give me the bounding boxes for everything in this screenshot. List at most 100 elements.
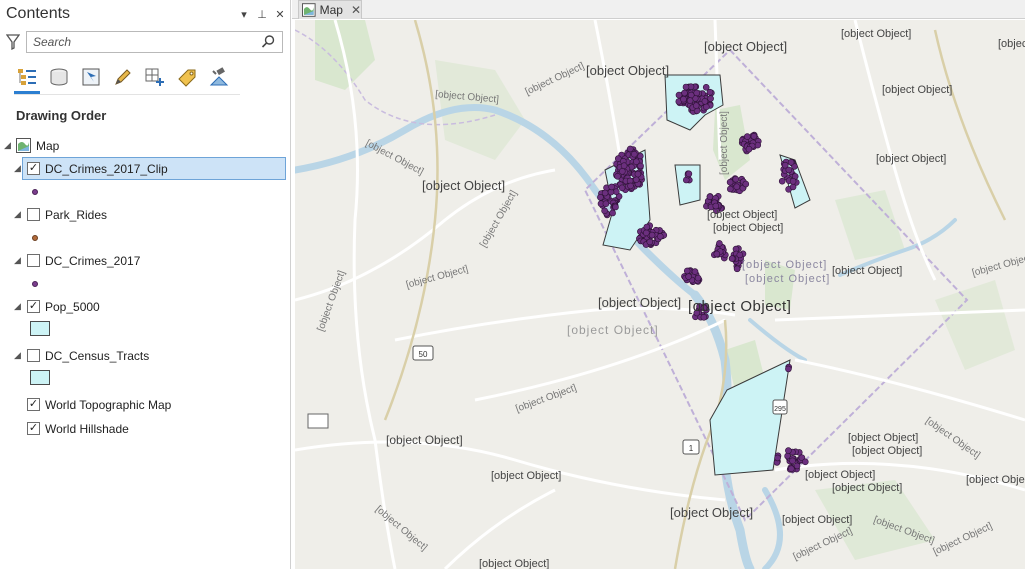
list-by-data-source-icon[interactable] — [48, 65, 70, 89]
crime-point[interactable] — [733, 265, 741, 273]
crime-point[interactable] — [789, 183, 797, 191]
pin-icon[interactable]: ⊥ — [254, 8, 270, 21]
layer-row-park-rides[interactable]: ◢ Park_Rides — [0, 203, 290, 226]
polygon-symbol-icon[interactable] — [30, 370, 50, 385]
layer-row-dc-census-tracts[interactable]: ◢ DC_Census_Tracts — [0, 344, 290, 367]
point-symbol-icon[interactable] — [32, 281, 38, 287]
crime-point[interactable] — [732, 175, 740, 183]
crime-point[interactable] — [656, 233, 664, 240]
crime-point[interactable] — [733, 183, 741, 190]
layer-row-pop-5000[interactable]: ◢ ✓ Pop_5000 — [0, 295, 290, 318]
point-symbol-icon[interactable] — [32, 235, 38, 241]
crime-point[interactable] — [686, 97, 694, 104]
crime-point[interactable] — [742, 180, 750, 188]
crime-point[interactable] — [601, 207, 608, 215]
list-by-perspective-imagery-icon[interactable] — [208, 65, 230, 89]
crime-point[interactable] — [785, 447, 792, 454]
crime-point[interactable] — [774, 454, 781, 462]
crime-point[interactable] — [612, 203, 619, 211]
list-by-labeling-icon[interactable] — [176, 65, 198, 89]
crime-point[interactable] — [687, 91, 695, 99]
crime-point[interactable] — [743, 133, 751, 140]
crime-point[interactable] — [691, 268, 699, 275]
crime-point[interactable] — [618, 168, 626, 175]
point-symbol-icon[interactable] — [32, 189, 38, 195]
crime-point[interactable] — [694, 274, 702, 282]
crime-point[interactable] — [642, 229, 650, 237]
layer-visibility-checkbox[interactable] — [27, 349, 40, 362]
crime-point[interactable] — [726, 185, 734, 193]
collapse-arrow-icon[interactable]: ◢ — [14, 209, 21, 220]
map-root-row[interactable]: ◢ Map — [0, 134, 290, 157]
crime-point[interactable] — [789, 457, 796, 465]
search-input[interactable] — [33, 35, 260, 49]
crime-point[interactable] — [627, 182, 634, 190]
crime-point[interactable] — [707, 95, 714, 102]
layer-visibility-checkbox[interactable]: ✓ — [27, 422, 40, 435]
crime-point[interactable] — [683, 267, 691, 275]
close-pane-icon[interactable]: ✕ — [272, 8, 288, 21]
close-tab-icon[interactable]: ✕ — [351, 3, 361, 17]
crime-point[interactable] — [706, 193, 714, 200]
list-by-drawing-order-icon[interactable] — [14, 65, 40, 94]
map-view[interactable]: 50 1 295 [object Object] [object Object]… — [295, 20, 1025, 569]
layer-visibility-checkbox[interactable]: ✓ — [27, 300, 40, 313]
layer-row-world-hillshade[interactable]: ✓ World Hillshade — [0, 417, 290, 441]
crime-point[interactable] — [728, 255, 736, 262]
list-by-snapping-icon[interactable] — [144, 65, 166, 89]
crime-point[interactable] — [643, 223, 651, 231]
layer-row-dc-crimes-2017-clip[interactable]: ◢ ✓ DC_Crimes_2017_Clip — [0, 157, 290, 180]
collapse-arrow-icon[interactable]: ◢ — [14, 350, 21, 361]
crime-point[interactable] — [789, 178, 797, 185]
crime-point[interactable] — [785, 166, 793, 174]
crime-point[interactable] — [745, 145, 753, 153]
crime-point[interactable] — [750, 133, 758, 140]
layer-visibility-checkbox[interactable]: ✓ — [27, 398, 40, 411]
crime-point[interactable] — [680, 95, 687, 103]
crime-point[interactable] — [793, 462, 801, 470]
crime-point[interactable] — [787, 465, 795, 473]
crime-point[interactable] — [601, 189, 609, 197]
tab-map[interactable]: Map ✕ — [298, 0, 362, 19]
crime-point[interactable] — [692, 102, 700, 109]
crime-point[interactable] — [685, 170, 693, 178]
map-canvas[interactable]: 50 1 295 [object Object] [object Object]… — [295, 20, 1025, 569]
crime-point[interactable] — [706, 88, 714, 96]
list-by-selection-icon[interactable] — [80, 65, 102, 89]
crime-point[interactable] — [646, 238, 654, 246]
crime-point[interactable] — [693, 89, 701, 97]
pane-options-icon[interactable]: ▾ — [236, 8, 252, 21]
crime-point[interactable] — [618, 184, 626, 192]
crime-point[interactable] — [685, 273, 692, 280]
layer-row-world-topographic-map[interactable]: ✓ World Topographic Map — [0, 393, 290, 417]
filter-icon[interactable] — [4, 33, 22, 51]
crime-point[interactable] — [716, 240, 723, 247]
layer-visibility-checkbox[interactable] — [27, 208, 40, 221]
crime-point[interactable] — [630, 150, 638, 158]
crime-point[interactable] — [608, 183, 615, 191]
crime-point[interactable] — [614, 173, 621, 180]
crime-point[interactable] — [682, 83, 690, 91]
collapse-arrow-icon[interactable]: ◢ — [14, 163, 21, 174]
crime-point[interactable] — [626, 145, 634, 153]
crime-point[interactable] — [785, 365, 792, 373]
crime-point[interactable] — [597, 194, 604, 201]
crime-point[interactable] — [801, 458, 809, 466]
crime-point[interactable] — [634, 170, 642, 178]
crime-point[interactable] — [620, 162, 628, 169]
crime-point[interactable] — [648, 231, 656, 239]
crime-point[interactable] — [702, 103, 710, 111]
layer-visibility-checkbox[interactable]: ✓ — [27, 162, 40, 175]
crime-point[interactable] — [700, 313, 708, 321]
crime-point[interactable] — [736, 251, 744, 259]
collapse-arrow-icon[interactable]: ◢ — [14, 255, 21, 266]
crime-point[interactable] — [713, 250, 721, 258]
collapse-arrow-icon[interactable]: ◢ — [14, 301, 21, 312]
crime-point[interactable] — [726, 178, 734, 186]
crime-point[interactable] — [701, 98, 709, 105]
crime-point[interactable] — [787, 159, 795, 166]
polygon-symbol-icon[interactable] — [30, 321, 50, 336]
collapse-arrow-icon[interactable]: ◢ — [4, 140, 11, 151]
crime-point[interactable] — [602, 200, 610, 207]
crime-point[interactable] — [778, 177, 786, 185]
